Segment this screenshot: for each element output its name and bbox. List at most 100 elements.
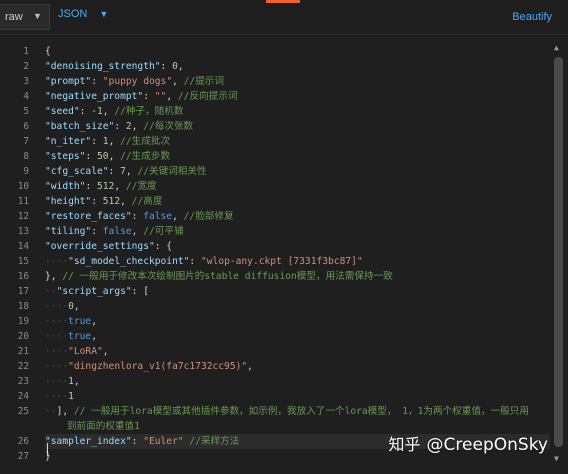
code-line: "width": 512, //宽度	[45, 179, 157, 194]
code-token: :	[160, 61, 173, 72]
code-token: "prompt"	[45, 76, 92, 87]
code-token: ,	[102, 346, 109, 357]
code-token: :	[91, 76, 103, 87]
code-token: 50	[97, 151, 109, 162]
code-token: "wlop-any.ckpt [7331f3bc87]"	[200, 256, 363, 267]
code-token: "sampler_index"	[45, 436, 132, 447]
line-number: 17	[17, 286, 29, 297]
code-line: "tiling": false, //可平铺	[45, 224, 184, 239]
code-token: ,	[73, 301, 80, 312]
code-token: : {	[154, 241, 173, 252]
code-line: ····1	[45, 389, 74, 404]
line-number: 8	[23, 151, 29, 162]
code-token: 1	[68, 391, 74, 402]
language-dropdown[interactable]: JSON ▼	[58, 8, 108, 28]
line-number: 11	[17, 196, 29, 207]
code-area[interactable]: {"denoising_strength": 0, "prompt": "pupp…	[45, 41, 550, 465]
code-line: ····1,	[45, 374, 80, 389]
code-token: ,	[73, 376, 80, 387]
code-token: ,	[108, 136, 121, 147]
line-number: 25	[17, 406, 29, 417]
arrow-down-icon[interactable]: ▼	[554, 454, 559, 463]
line-number: 5	[23, 106, 29, 117]
code-token: //生成步数	[120, 151, 171, 162]
line-number: 7	[23, 136, 29, 147]
code-line: ····"dingzhenlora_v1(fa7c1732cc95)",	[45, 359, 253, 374]
code-token: :	[131, 436, 144, 447]
code-token: :	[79, 106, 92, 117]
code-token: true	[68, 316, 92, 327]
code-token: //可平铺	[143, 226, 184, 237]
code-token: ,	[131, 121, 144, 132]
code-token: ····	[45, 391, 69, 402]
code-token: :	[91, 196, 103, 207]
code-token: "n_iter"	[45, 136, 92, 147]
line-number: 20	[17, 331, 29, 342]
code-token: :	[85, 181, 97, 192]
code-token: ""	[154, 91, 167, 102]
code-token: "tiling"	[45, 226, 92, 237]
watermark: 知乎 @CreepOnSky	[389, 431, 548, 455]
code-token: : [	[131, 286, 149, 297]
code-token: 512	[97, 181, 115, 192]
code-token: "Euler"	[143, 436, 184, 447]
line-number: 19	[17, 316, 29, 327]
code-token: 到前面的权重值1	[67, 421, 140, 432]
code-line: ····0,	[45, 299, 80, 314]
code-token: // 一般用于lora模型或其他插件参数，如示例，我放入了一个lora模型， 1…	[73, 406, 529, 417]
code-token: ····	[45, 346, 69, 357]
code-token: //关键词相关性	[137, 166, 207, 177]
code-token: ,	[131, 226, 144, 237]
accent-bar	[266, 0, 300, 3]
code-line: {	[45, 44, 51, 59]
code-token: false	[102, 226, 132, 237]
line-number: 4	[23, 91, 29, 102]
code-token: "script_args"	[56, 286, 132, 297]
code-token: "steps"	[45, 151, 86, 162]
vertical-scrollbar[interactable]: ▲ ▼	[550, 41, 568, 465]
line-number: 3	[23, 76, 29, 87]
code-token: ,	[114, 181, 126, 192]
code-token: //生成批次	[120, 136, 171, 147]
line-number: 1	[23, 46, 29, 57]
line-number: 10	[17, 181, 29, 192]
toolbar: raw ▼ JSON ▼ Beautify	[0, 0, 568, 35]
line-number: 18	[17, 301, 29, 312]
code-token: //采样方法	[189, 436, 240, 447]
line-number: 12	[17, 211, 29, 222]
format-dropdown[interactable]: raw ▼	[0, 4, 50, 30]
text-cursor	[47, 443, 48, 456]
code-token: :	[114, 121, 126, 132]
code-token: ····	[45, 361, 69, 372]
line-number: 27	[17, 451, 29, 462]
code-line: "cfg_scale": 7, //关键词相关性	[45, 164, 207, 179]
line-number: 14	[17, 241, 29, 252]
code-token: ,	[166, 91, 178, 102]
code-line: ····"LoRA",	[45, 344, 109, 359]
code-token: //每次张数	[143, 121, 194, 132]
line-number: 21	[17, 346, 29, 357]
line-number: 22	[17, 361, 29, 372]
code-token: // 一般用于修改本次绘制图片的stable diffusion模型，用法需保持…	[62, 271, 393, 282]
code-token: ··	[45, 406, 57, 417]
code-editor[interactable]: 1 2 3 4 5 6 7 8 9 10 11 12 13 14 15 16 17 18 19 20 21 22 23 24 2…	[0, 41, 568, 465]
line-number: 16	[17, 271, 29, 282]
code-token: ,	[108, 151, 121, 162]
code-token: ,	[102, 106, 115, 117]
code-token: true	[68, 331, 92, 342]
code-token: :	[143, 91, 155, 102]
line-number: 2	[23, 61, 29, 72]
language-dropdown-value: JSON	[58, 8, 88, 20]
code-token: ,	[91, 316, 97, 327]
code-line: "seed": -1, //种子，随机数	[45, 104, 183, 119]
format-dropdown-value: raw	[5, 11, 23, 23]
code-token: ],	[56, 406, 74, 417]
code-token: "dingzhenlora_v1(fa7c1732cc95)"	[68, 361, 248, 372]
arrow-up-icon[interactable]: ▲	[554, 43, 559, 52]
code-line: ··], // 一般用于lora模型或其他插件参数，如示例，我放入了一个lora…	[45, 404, 529, 419]
code-token: ····	[45, 256, 69, 267]
beautify-button[interactable]: Beautify	[512, 11, 552, 23]
code-line: ··"script_args": [	[45, 284, 149, 299]
line-number: 24	[17, 391, 29, 402]
scrollbar-thumb[interactable]	[554, 57, 563, 447]
